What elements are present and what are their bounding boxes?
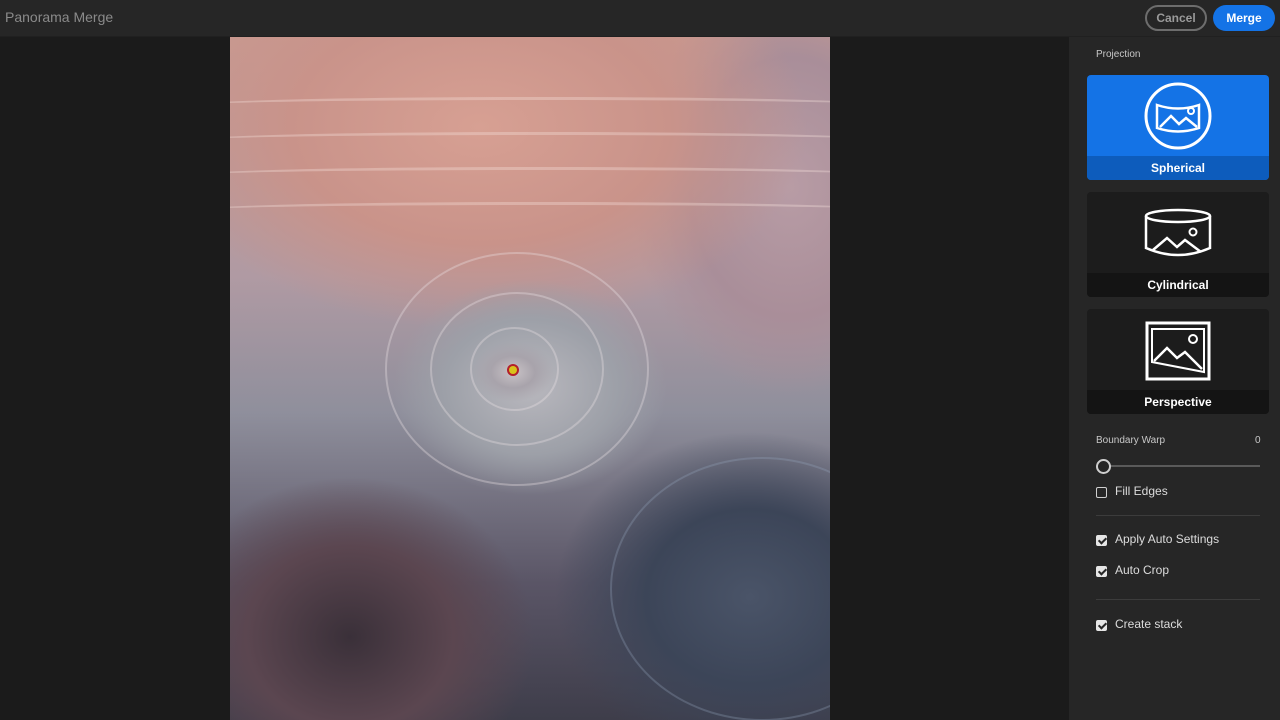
divider [1096, 599, 1260, 600]
boundary-warp-label: Boundary Warp [1096, 435, 1166, 446]
panorama-preview-image [230, 37, 830, 720]
boundary-warp-slider-thumb[interactable] [1096, 459, 1111, 474]
cancel-button[interactable]: Cancel [1145, 5, 1207, 31]
projection-cylindrical[interactable]: Cylindrical [1087, 192, 1269, 297]
perspective-projection-icon [1145, 321, 1211, 381]
create-stack-label: Create stack [1115, 617, 1183, 631]
boundary-warp-value: 0 [1255, 435, 1261, 446]
rock-ring [385, 252, 649, 486]
apply-auto-settings-label: Apply Auto Settings [1115, 532, 1220, 546]
fill-edges-box[interactable] [1096, 487, 1107, 498]
projection-label-cylindrical: Cylindrical [1087, 273, 1269, 297]
rock-layer [230, 167, 830, 184]
projection-perspective[interactable]: Perspective [1087, 309, 1269, 414]
settings-panel: Projection Spherical Cylindrical Perspec… [1069, 37, 1280, 720]
dialog-title: Panorama Merge [5, 9, 114, 25]
preview-canvas [0, 37, 1069, 720]
apply-auto-settings-box[interactable] [1096, 535, 1107, 546]
rock-layer [230, 97, 830, 114]
spherical-projection-icon [1144, 82, 1212, 150]
rock-ring [610, 457, 830, 720]
cylindrical-projection-icon [1144, 208, 1212, 257]
boundary-warp-slider[interactable] [1103, 465, 1260, 467]
auto-crop-box[interactable] [1096, 566, 1107, 577]
fill-edges-label: Fill Edges [1115, 484, 1168, 498]
rock-layer [230, 202, 830, 219]
auto-crop-label: Auto Crop [1115, 563, 1170, 577]
rock-layer [230, 132, 830, 149]
divider [1096, 515, 1260, 516]
create-stack-box[interactable] [1096, 620, 1107, 631]
projection-spherical[interactable]: Spherical [1087, 75, 1269, 180]
merge-button[interactable]: Merge [1213, 5, 1275, 31]
projection-label: Projection [1096, 49, 1141, 60]
top-bar: Panorama Merge Cancel Merge [0, 0, 1280, 37]
projection-label-spherical: Spherical [1087, 156, 1269, 180]
tent-marker [509, 366, 517, 374]
projection-label-perspective: Perspective [1087, 390, 1269, 414]
